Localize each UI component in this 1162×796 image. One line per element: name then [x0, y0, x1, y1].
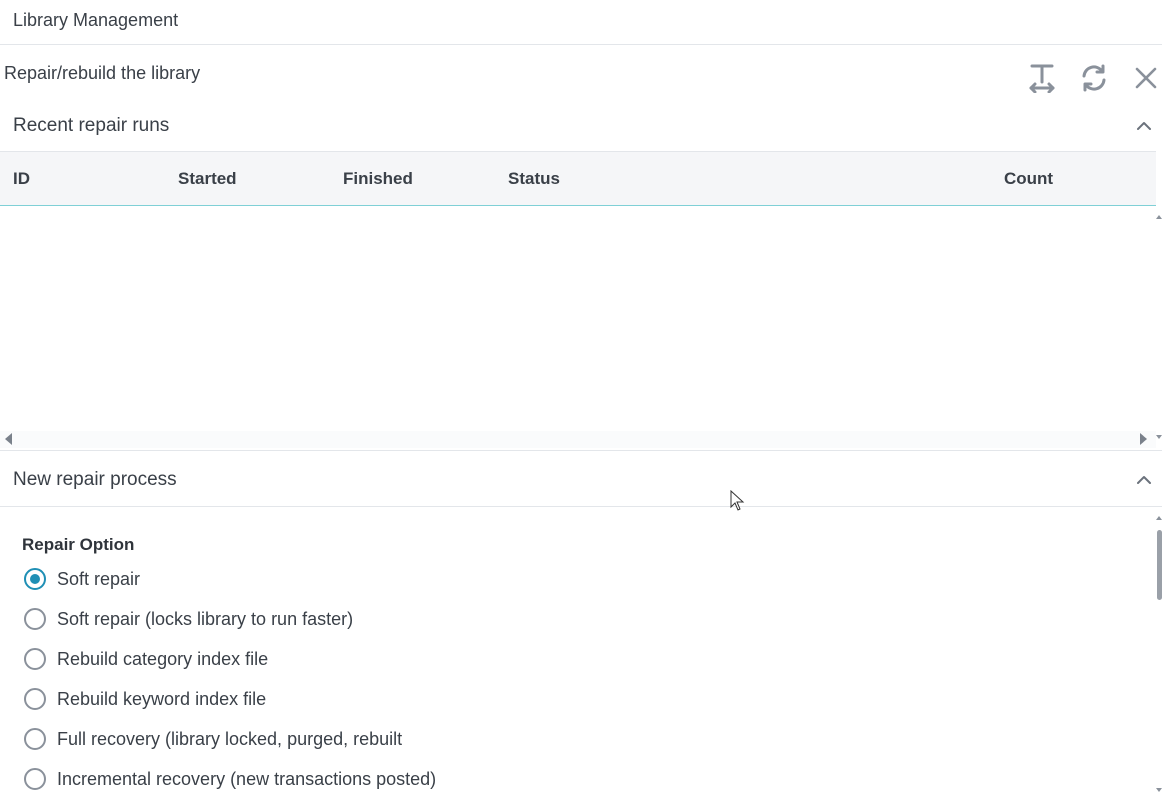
- column-header-id[interactable]: ID: [13, 169, 30, 189]
- radio-label: Soft repair (locks library to run faster…: [57, 608, 354, 629]
- runs-table-body: [0, 206, 1156, 430]
- form-scroll-thumb[interactable]: [1157, 530, 1162, 600]
- mouse-cursor-icon: [730, 490, 745, 511]
- repair-option-label: Repair Option: [22, 535, 135, 554]
- scroll-up-arrow-icon: [1156, 215, 1162, 219]
- radio-button[interactable]: [24, 608, 46, 630]
- new-repair-title: New repair process: [13, 469, 177, 490]
- radio-button[interactable]: [24, 688, 46, 710]
- panel-header: Repair/rebuild the library: [0, 46, 1162, 100]
- collapse-recent-runs-button[interactable]: [1132, 114, 1156, 138]
- repair-options-form: Repair Option Soft repair Soft repair (l…: [0, 507, 1156, 796]
- fit-width-button[interactable]: [1022, 58, 1062, 98]
- radio-button[interactable]: [24, 568, 46, 590]
- radio-label: Rebuild keyword index file: [57, 688, 267, 709]
- runs-vertical-scrollbar[interactable]: [1156, 206, 1162, 446]
- radio-incremental-recovery[interactable]: Incremental recovery (new transactions p…: [24, 765, 436, 793]
- collapse-new-repair-button[interactable]: [1132, 468, 1156, 492]
- refresh-icon: [1082, 64, 1106, 92]
- column-header-finished[interactable]: Finished: [343, 169, 413, 189]
- radio-button[interactable]: [24, 768, 46, 790]
- radio-soft-repair-locked[interactable]: Soft repair (locks library to run faster…: [24, 605, 353, 633]
- radio-label: Incremental recovery (new transactions p…: [57, 768, 437, 789]
- close-icon: [1135, 67, 1157, 89]
- runs-horizontal-scrollbar[interactable]: [0, 431, 1156, 448]
- radio-soft-repair[interactable]: Soft repair: [24, 565, 140, 593]
- panel-title: Repair/rebuild the library: [4, 63, 201, 83]
- radio-button[interactable]: [24, 648, 46, 670]
- recent-runs-title: Recent repair runs: [13, 115, 170, 136]
- radio-rebuild-category-index[interactable]: Rebuild category index file: [24, 645, 268, 673]
- radio-rebuild-keyword-index[interactable]: Rebuild keyword index file: [24, 685, 266, 713]
- column-header-status[interactable]: Status: [508, 169, 560, 189]
- scroll-up-arrow-icon: [1156, 516, 1162, 520]
- radio-label: Full recovery (library locked, purged, r…: [57, 728, 403, 749]
- close-button[interactable]: [1126, 58, 1162, 98]
- radio-label: Rebuild category index file: [57, 648, 269, 669]
- scroll-down-arrow-icon: [1156, 435, 1162, 439]
- section-divider: [0, 450, 1162, 451]
- app-title: Library Management: [0, 0, 1162, 45]
- scroll-left-arrow-icon: [5, 433, 12, 445]
- radio-button[interactable]: [24, 728, 46, 750]
- chevron-up-icon: [1137, 122, 1151, 130]
- radio-label: Soft repair: [57, 568, 141, 589]
- runs-table-header: ID Started Finished Status Count: [0, 151, 1156, 206]
- scroll-down-arrow-icon: [1156, 788, 1162, 792]
- chevron-up-icon: [1137, 476, 1151, 484]
- new-repair-header[interactable]: New repair process: [0, 454, 1162, 506]
- scroll-right-arrow-icon: [1140, 433, 1147, 445]
- column-header-started[interactable]: Started: [178, 169, 237, 189]
- recent-runs-header[interactable]: Recent repair runs: [0, 100, 1162, 152]
- column-header-count[interactable]: Count: [1004, 169, 1053, 189]
- refresh-button[interactable]: [1074, 58, 1114, 98]
- radio-full-recovery[interactable]: Full recovery (library locked, purged, r…: [24, 725, 402, 753]
- fit-width-icon: [1029, 64, 1055, 93]
